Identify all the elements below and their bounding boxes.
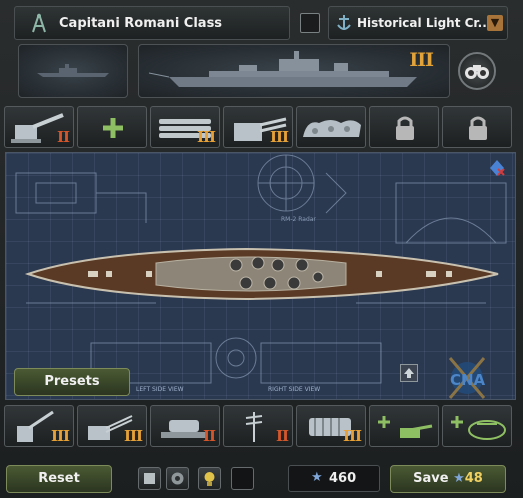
module-slot-11[interactable]: II bbox=[223, 405, 293, 447]
module-slot-12[interactable]: III bbox=[296, 405, 366, 447]
slot-level: II bbox=[202, 427, 216, 445]
binoculars-icon bbox=[465, 65, 489, 79]
production-cost-value: 460 bbox=[329, 471, 357, 486]
module-slot-3[interactable]: III bbox=[150, 106, 220, 148]
chevron-down-icon[interactable]: ▼ bbox=[487, 15, 503, 31]
module-slot-6[interactable] bbox=[369, 106, 439, 148]
ship-preview-large: III bbox=[138, 44, 450, 98]
lock-icon bbox=[469, 116, 487, 140]
blueprint-view: RM-2 Radar LEFT SIDE VIEW RIGHT SIDE VIE… bbox=[5, 152, 516, 400]
module-slot-14[interactable] bbox=[442, 405, 512, 447]
cna-logo: CNA bbox=[448, 357, 486, 399]
add-hull-icon bbox=[451, 416, 506, 440]
role-dropdown[interactable]: Historical Light Cr... ▼ bbox=[328, 6, 508, 40]
blueprint-drawing: RM-2 Radar LEFT SIDE VIEW RIGHT SIDE VIE… bbox=[15, 154, 507, 399]
settings-button[interactable] bbox=[166, 467, 189, 490]
module-slot-7[interactable] bbox=[442, 106, 512, 148]
star-icon: ★ bbox=[311, 470, 323, 485]
save-label: Save bbox=[413, 471, 449, 486]
presets-button[interactable]: Presets bbox=[14, 368, 130, 396]
left-side-view-caption: LEFT SIDE VIEW bbox=[136, 386, 184, 393]
module-slot-10[interactable]: II bbox=[150, 405, 220, 447]
module-slot-9[interactable]: III bbox=[77, 405, 147, 447]
presets-label: Presets bbox=[44, 374, 100, 389]
reset-button[interactable]: Reset bbox=[6, 465, 112, 493]
add-aa-icon bbox=[378, 416, 433, 438]
reset-label: Reset bbox=[38, 471, 80, 486]
compass-icon bbox=[32, 13, 46, 33]
slot-level: III bbox=[196, 128, 216, 146]
role-toggle-box[interactable] bbox=[300, 13, 320, 33]
slot-level: III bbox=[123, 427, 143, 445]
warning-bulb-icon bbox=[204, 472, 215, 486]
right-side-view-caption: RIGHT SIDE VIEW bbox=[268, 386, 320, 393]
hull-preview-small[interactable] bbox=[18, 44, 128, 98]
module-slot-5[interactable] bbox=[296, 106, 366, 148]
copy-design-button[interactable] bbox=[138, 467, 161, 490]
arrow-up-icon bbox=[404, 368, 414, 378]
ship-name-text: Capitani Romani Class bbox=[59, 16, 223, 31]
armor-plate-icon bbox=[303, 120, 361, 137]
module-slot-2[interactable] bbox=[77, 106, 147, 148]
blueprint-up-button[interactable] bbox=[400, 364, 418, 382]
module-slot-8[interactable]: III bbox=[4, 405, 74, 447]
ship-silhouette-icon bbox=[37, 64, 109, 77]
slot-level: II bbox=[56, 128, 70, 146]
add-icon bbox=[103, 118, 123, 138]
production-cost-display: ★ 460 bbox=[288, 465, 380, 492]
ship-name-field[interactable]: Capitani Romani Class bbox=[14, 6, 290, 40]
slot-level: III bbox=[342, 427, 362, 445]
svg-text:CNA: CNA bbox=[450, 371, 486, 389]
module-slot-13[interactable] bbox=[369, 405, 439, 447]
radar-caption: RM-2 Radar bbox=[281, 216, 316, 223]
save-button[interactable]: Save ★48 bbox=[390, 465, 506, 493]
slot-level: III bbox=[269, 128, 289, 146]
lock-icon bbox=[396, 116, 414, 140]
module-slot-4[interactable]: III bbox=[223, 106, 293, 148]
rotate-view-icon[interactable] bbox=[488, 159, 506, 177]
binoculars-button[interactable] bbox=[458, 52, 496, 90]
anchor-icon bbox=[337, 15, 351, 30]
copy-icon bbox=[144, 473, 155, 484]
star-icon: ★ bbox=[453, 471, 465, 486]
slot-level: II bbox=[275, 427, 289, 445]
module-slot-1[interactable]: II bbox=[4, 106, 74, 148]
ship-designer-panel: Capitani Romani Class Historical Light C… bbox=[0, 0, 523, 498]
gear-icon bbox=[171, 472, 184, 485]
ship-side-view bbox=[148, 51, 417, 87]
empty-toggle-box[interactable] bbox=[231, 467, 254, 490]
role-dropdown-value: Historical Light Cr... bbox=[357, 16, 492, 30]
save-cost-value: 48 bbox=[464, 471, 483, 486]
slot-level: III bbox=[50, 427, 70, 445]
warning-button[interactable] bbox=[198, 467, 221, 490]
tier-label: III bbox=[409, 49, 434, 71]
